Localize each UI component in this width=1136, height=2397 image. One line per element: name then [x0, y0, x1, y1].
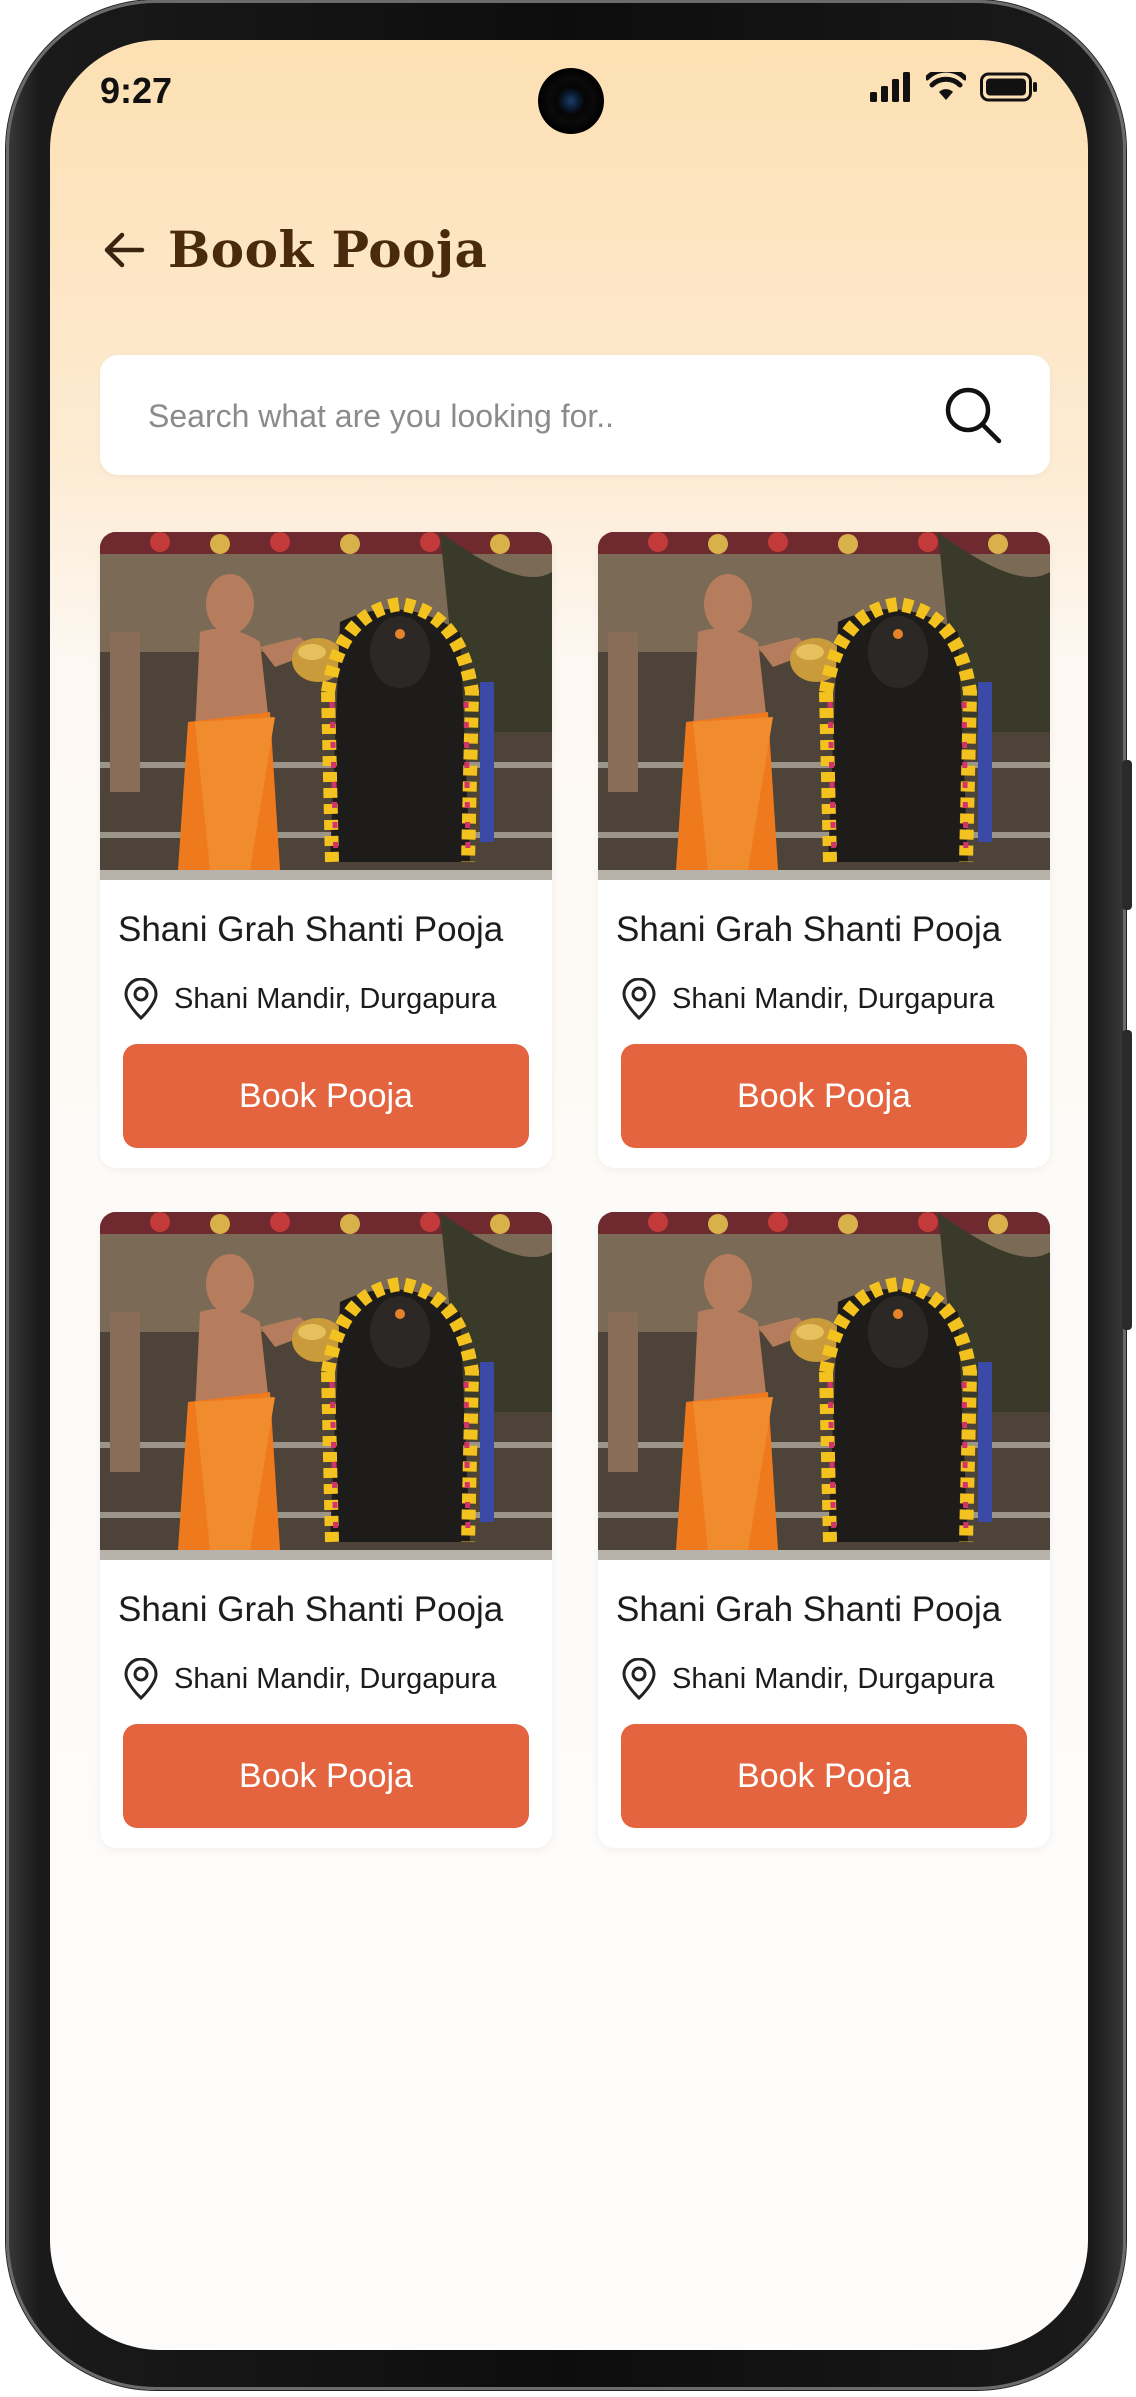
status-icons: [870, 72, 1038, 102]
book-pooja-button[interactable]: Book Pooja: [123, 1044, 529, 1148]
priest-pouring-water-on-idol-photo: [598, 532, 1050, 880]
pooja-image: [100, 1212, 552, 1560]
pooja-location: Shani Mandir, Durgapura: [620, 978, 994, 1020]
signal-icon: [870, 72, 910, 102]
status-bar: 9:27: [50, 40, 1088, 170]
pooja-title: Shani Grah Shanti Pooja: [616, 910, 1002, 949]
pooja-location: Shani Mandir, Durgapura: [620, 1658, 994, 1700]
pooja-card[interactable]: Shani Grah Shanti Pooja Shani Mandir, Du…: [100, 532, 552, 1168]
search-bar: [100, 355, 1050, 477]
pooja-image: [100, 532, 552, 880]
location-text: Shani Mandir, Durgapura: [174, 982, 497, 1015]
pooja-card[interactable]: Shani Grah Shanti Pooja Shani Mandir, Du…: [598, 532, 1050, 1168]
page-header: Book Pooja: [102, 220, 487, 279]
location-pin-icon: [124, 1658, 158, 1700]
priest-pouring-water-on-idol-photo: [100, 1212, 552, 1560]
pooja-title: Shani Grah Shanti Pooja: [118, 910, 504, 949]
search-input[interactable]: [146, 355, 910, 477]
front-camera: [538, 68, 604, 134]
phone-frame: 9:27 Book Pooja Search what are you look…: [6, 0, 1132, 2390]
priest-pouring-water-on-idol-photo: [100, 532, 552, 880]
app-screen: 9:27 Book Pooja Search what are you look…: [50, 40, 1088, 2350]
power-button: [1122, 1030, 1132, 1330]
location-text: Shani Mandir, Durgapura: [672, 982, 995, 1015]
location-text: Shani Mandir, Durgapura: [672, 1662, 995, 1695]
pooja-location: Shani Mandir, Durgapura: [122, 978, 496, 1020]
location-pin-icon: [622, 1658, 656, 1700]
book-pooja-button[interactable]: Book Pooja: [621, 1724, 1027, 1828]
pooja-card[interactable]: Shani Grah Shanti Pooja Shani Mandir, Du…: [598, 1212, 1050, 1848]
page-title: Book Pooja: [168, 220, 488, 279]
location-pin-icon: [124, 978, 158, 1020]
pooja-location: Shani Mandir, Durgapura: [122, 1658, 496, 1700]
status-time: 9:27: [100, 70, 173, 111]
battery-icon: [980, 72, 1037, 102]
pooja-image: [598, 532, 1050, 880]
wifi-icon: [926, 72, 966, 100]
arrow-left-icon[interactable]: [102, 228, 146, 272]
volume-button: [1122, 760, 1132, 910]
search-icon[interactable]: [942, 384, 1004, 446]
book-pooja-button[interactable]: Book Pooja: [123, 1724, 529, 1828]
location-text: Shani Mandir, Durgapura: [174, 1662, 497, 1695]
pooja-card[interactable]: Shani Grah Shanti Pooja Shani Mandir, Du…: [100, 1212, 552, 1848]
pooja-title: Shani Grah Shanti Pooja: [616, 1590, 1002, 1629]
location-pin-icon: [622, 978, 656, 1020]
priest-pouring-water-on-idol-photo: [598, 1212, 1050, 1560]
book-pooja-button[interactable]: Book Pooja: [621, 1044, 1027, 1148]
pooja-image: [598, 1212, 1050, 1560]
pooja-title: Shani Grah Shanti Pooja: [118, 1590, 504, 1629]
